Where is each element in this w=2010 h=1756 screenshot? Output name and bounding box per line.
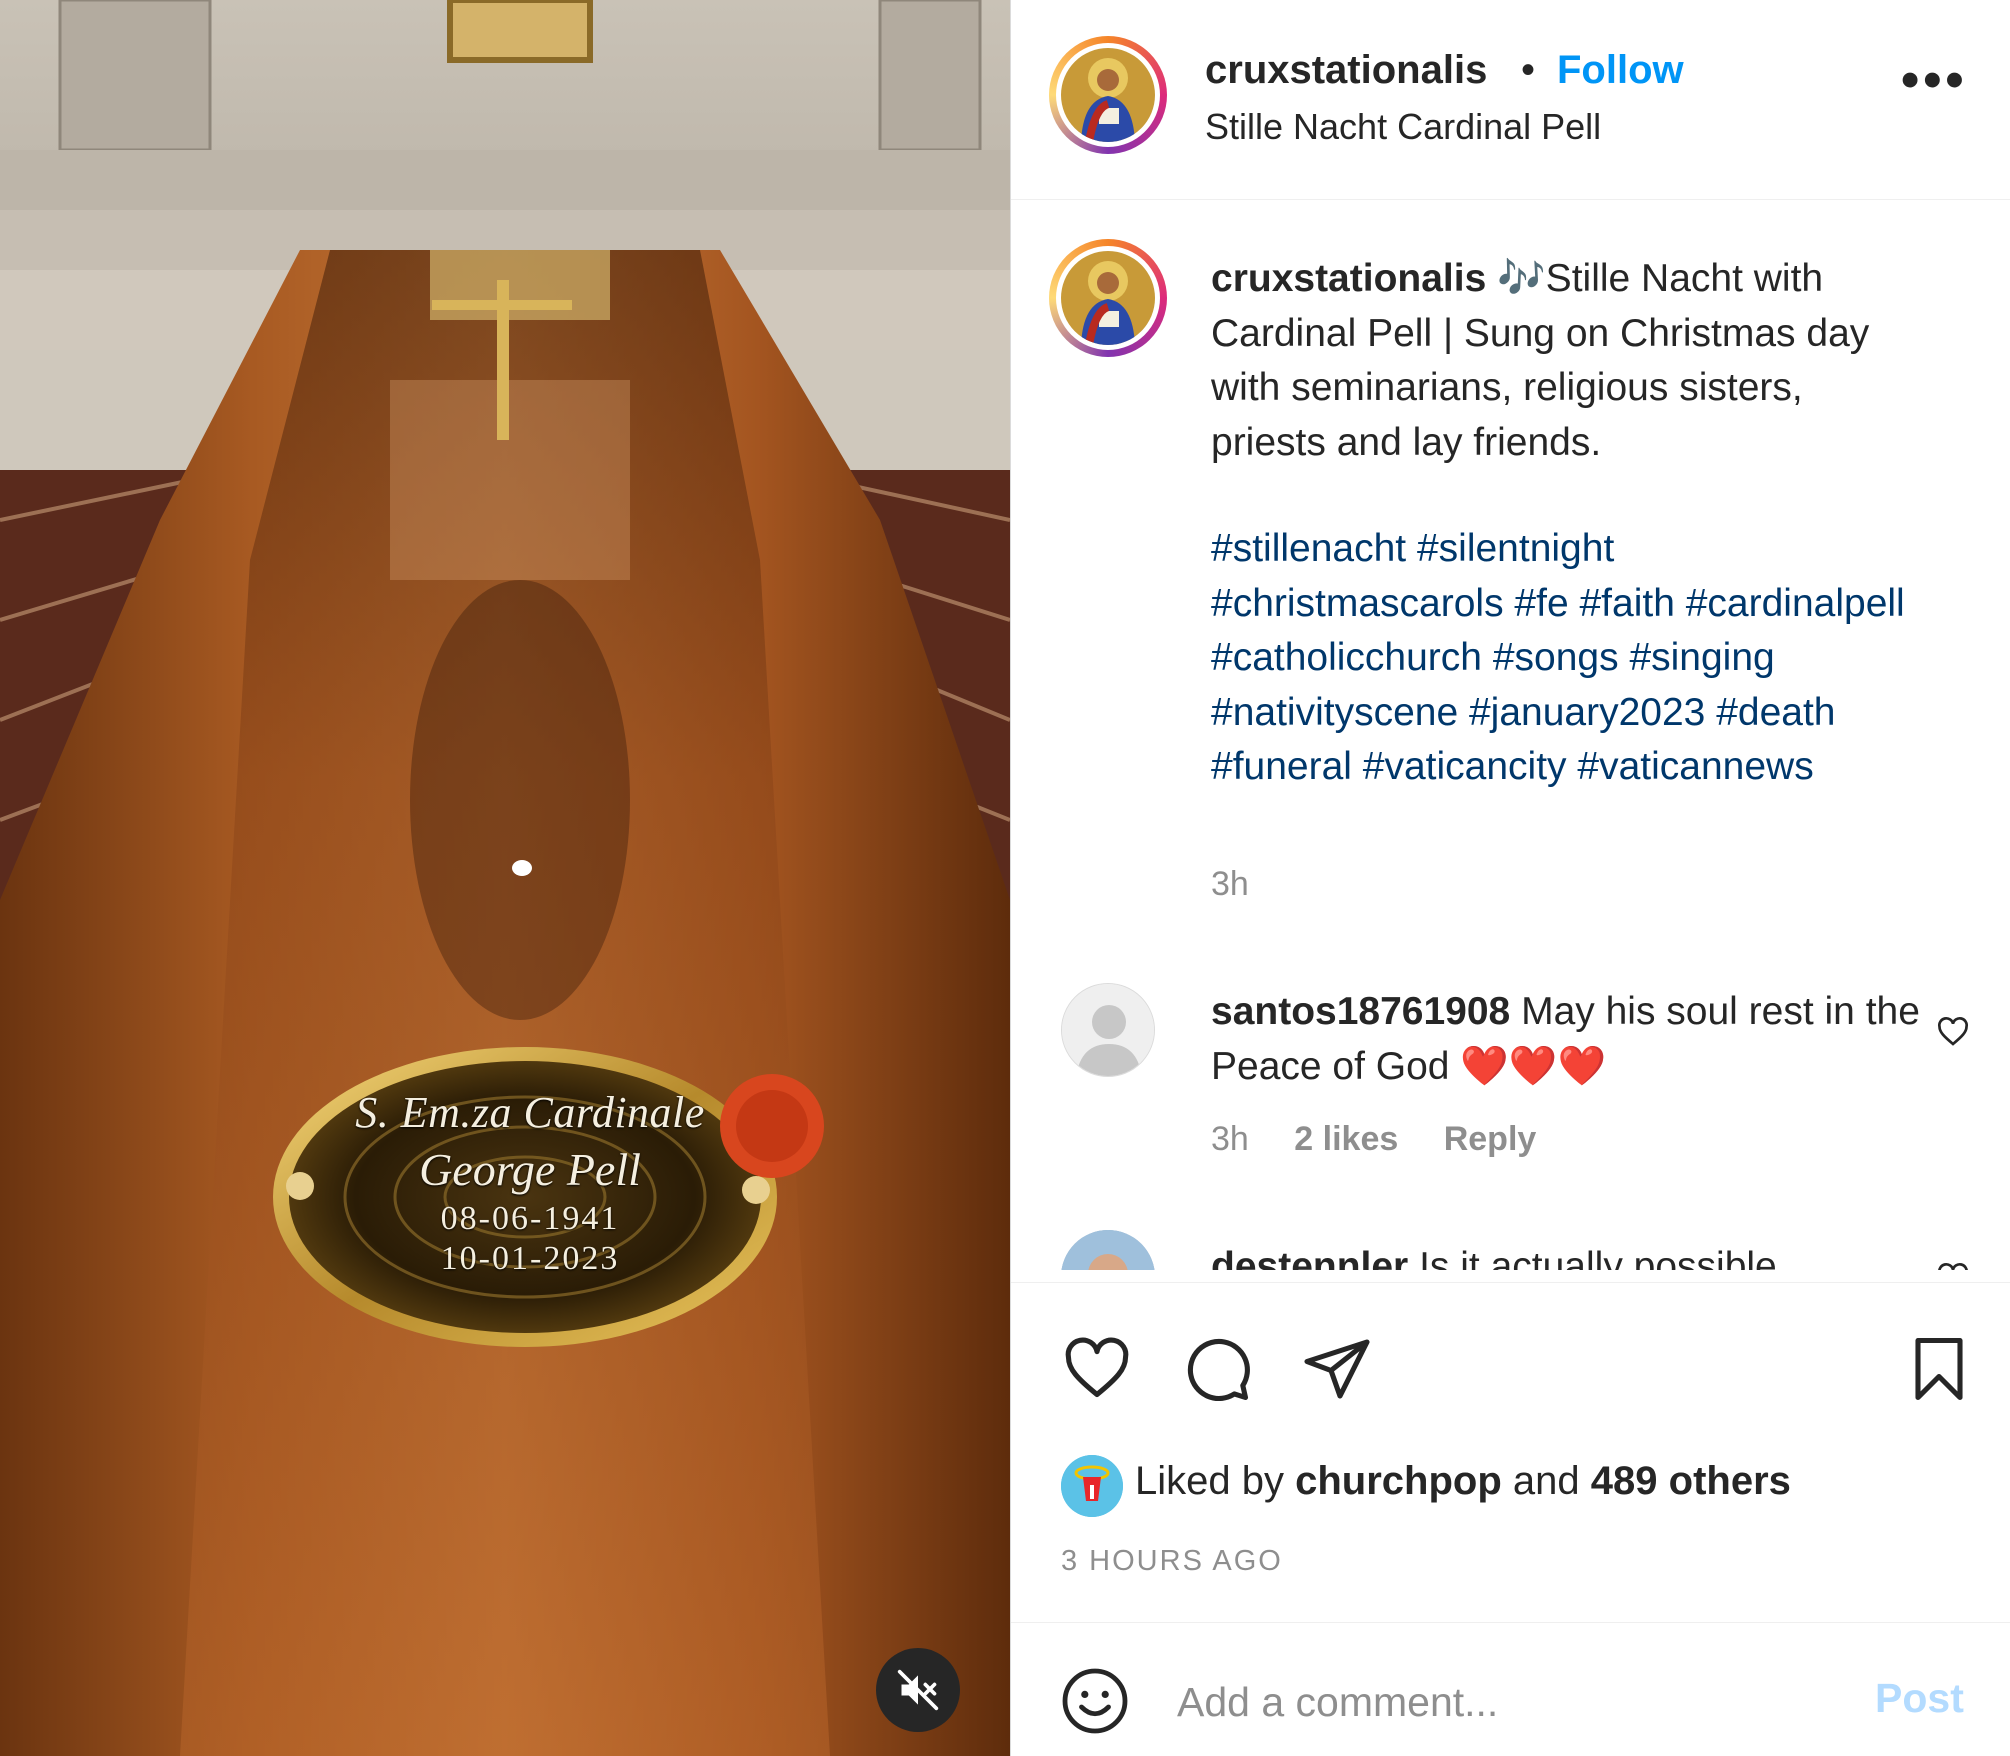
hashtag-link[interactable]: #cardinalpell — [1686, 582, 1905, 625]
hashtag-link[interactable]: #faith — [1579, 582, 1674, 625]
post-actions: Liked by churchpop and 489 others 3 HOUR… — [1011, 1282, 2010, 1622]
comment-like-heart-icon[interactable] — [1935, 1260, 1971, 1270]
user-photo-icon — [1061, 1230, 1155, 1270]
commenter-avatar[interactable] — [1061, 983, 1155, 1077]
hashtag-link[interactable]: #january2023 — [1469, 691, 1705, 734]
comment-meta: 3h 2 likes Reply — [1211, 1120, 1572, 1159]
hashtag-link[interactable]: #christmascarols — [1211, 582, 1504, 625]
comment-bubble-icon[interactable] — [1181, 1333, 1253, 1405]
liked-by-and: and — [1512, 1459, 1580, 1503]
comment-reply-button[interactable]: Reply — [1444, 1120, 1537, 1158]
christ-icon — [1061, 251, 1155, 345]
hashtag-link[interactable]: #silentnight — [1417, 527, 1614, 570]
hashtag-link[interactable]: #funeral — [1211, 745, 1352, 788]
comment-likes[interactable]: 2 likes — [1294, 1120, 1398, 1158]
comment-time: 3h — [1211, 1120, 1249, 1158]
hashtag-link[interactable]: #nativityscene — [1211, 691, 1458, 734]
commenter-avatar[interactable] — [1061, 1230, 1155, 1270]
author-username[interactable]: cruxstationalis — [1205, 48, 1487, 93]
plaque-line-1: S. Em.za Cardinale — [355, 1088, 705, 1137]
comments-list[interactable]: cruxstationalis 🎶Stille Nacht with Cardi… — [1011, 200, 2010, 1270]
coffin-photo — [0, 0, 1010, 1756]
churchpop-logo-icon — [1061, 1455, 1123, 1517]
comment-like-heart-icon[interactable] — [1935, 1014, 1971, 1050]
default-avatar-icon — [1062, 984, 1154, 1076]
more-options-icon: ••• — [1901, 51, 1968, 109]
caption-hashtags: #stillenacht #silentnight #christmascaro… — [1211, 522, 1911, 795]
liker-avatar[interactable] — [1061, 1455, 1123, 1517]
hashtag-link[interactable]: #stillenacht — [1211, 527, 1406, 570]
hashtag-link[interactable]: #vaticancity — [1363, 745, 1567, 788]
liked-by-others[interactable]: 489 others — [1591, 1459, 1791, 1503]
share-paper-plane-icon[interactable] — [1301, 1333, 1373, 1405]
caption-text: cruxstationalis 🎶Stille Nacht with Cardi… — [1211, 252, 1911, 470]
plaque-line-2: George Pell — [419, 1144, 641, 1195]
caption-time: 3h — [1211, 865, 1249, 903]
hashtag-link[interactable]: #vaticannews — [1577, 745, 1813, 788]
plaque-date-birth: 08-06-1941 — [440, 1200, 620, 1237]
emoji-smiley-icon[interactable] — [1059, 1665, 1131, 1737]
follow-button[interactable]: Follow — [1557, 48, 1684, 93]
mute-button[interactable] — [876, 1648, 960, 1732]
plaque-date-death: 10-01-2023 — [440, 1240, 620, 1277]
comment-body: Is it actually possible — [1419, 1245, 1777, 1270]
hashtag-link[interactable]: #death — [1716, 691, 1835, 734]
post-sidebar: cruxstationalis • Follow Stille Nacht Ca… — [1010, 0, 2010, 1756]
add-comment-bar: Post — [1011, 1622, 2010, 1756]
like-heart-icon[interactable] — [1061, 1333, 1133, 1405]
more-options-button[interactable]: ••• — [1901, 54, 1971, 120]
hashtag-link[interactable]: #songs — [1493, 636, 1619, 679]
hashtag-link[interactable]: #catholicchurch — [1211, 636, 1482, 679]
post-media[interactable]: S. Em.za Cardinale George Pell 08-06-194… — [0, 0, 1010, 1756]
header-separator: • — [1521, 48, 1536, 92]
liked-by-summary: Liked by churchpop and 489 others — [1135, 1459, 1791, 1504]
hashtag-link[interactable]: #fe — [1514, 582, 1568, 625]
author-avatar[interactable] — [1049, 36, 1167, 154]
comment-username[interactable]: destennler — [1211, 1245, 1408, 1270]
speaker-muted-icon — [897, 1669, 939, 1711]
post-comment-button[interactable]: Post — [1875, 1675, 1964, 1722]
post-timestamp[interactable]: 3 HOURS AGO — [1061, 1545, 1283, 1578]
caption-username[interactable]: cruxstationalis — [1211, 257, 1486, 300]
comment-input[interactable] — [1177, 1667, 1817, 1737]
comment-username[interactable]: santos18761908 — [1211, 990, 1510, 1033]
coffin-plaque: S. Em.za Cardinale George Pell 08-06-194… — [270, 1085, 790, 1279]
save-bookmark-icon[interactable] — [1903, 1333, 1975, 1405]
liked-by-user[interactable]: churchpop — [1295, 1459, 1502, 1503]
christ-icon — [1061, 48, 1155, 142]
liked-by-prefix: Liked by — [1135, 1459, 1284, 1503]
post-audio-title[interactable]: Stille Nacht Cardinal Pell — [1205, 106, 1601, 148]
caption-avatar[interactable] — [1049, 239, 1167, 357]
comment-text: destennler Is it actually possible — [1211, 1240, 1931, 1270]
post-header: cruxstationalis • Follow Stille Nacht Ca… — [1011, 0, 2010, 200]
comment-text: santos18761908 May his soul rest in the … — [1211, 985, 1931, 1094]
hashtag-link[interactable]: #singing — [1629, 636, 1774, 679]
